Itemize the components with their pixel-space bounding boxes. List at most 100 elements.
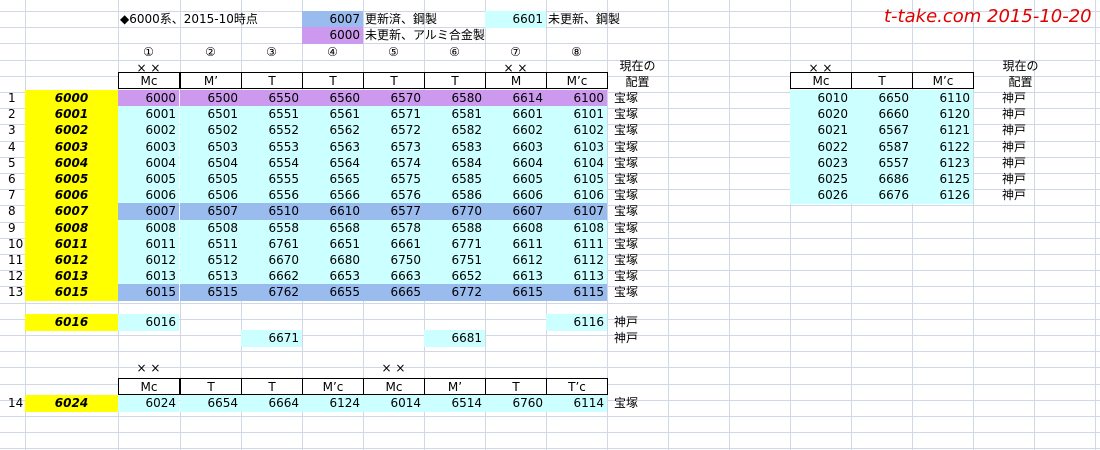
set-number: 6012: [25, 252, 118, 269]
legend-unrenewed-label: 未更新、鋼製: [548, 12, 621, 26]
set-number: 6016: [25, 314, 118, 331]
car-number: 6564: [302, 154, 363, 172]
car-number: 6106: [546, 187, 607, 205]
car-number: 6571: [363, 106, 424, 124]
set-number: 6005: [25, 171, 118, 188]
location: 神戸: [614, 315, 639, 329]
car-number: 6612: [485, 252, 546, 269]
car-number: 6110: [912, 90, 973, 107]
car-number: 6607: [485, 203, 546, 221]
car-number: 6004: [118, 154, 179, 172]
car-number: 6580: [424, 90, 485, 107]
car-number: 6652: [424, 268, 485, 286]
car-number: 6122: [912, 138, 973, 156]
car-number: 6015: [118, 284, 179, 302]
column-header: T’c: [546, 378, 608, 395]
position-number: ①: [143, 45, 154, 59]
car-number: 6581: [424, 106, 485, 124]
car-number: 6501: [180, 106, 241, 124]
set-number: 6002: [25, 122, 118, 140]
car-number: 6653: [302, 268, 363, 286]
car-number: 6604: [485, 154, 546, 172]
position-number: ⑥: [449, 45, 460, 59]
legend-aluminum-swatch: 6000: [302, 27, 363, 44]
location: 宝塚: [614, 236, 639, 251]
set-number: 6015: [25, 284, 118, 302]
car-number: 6120: [912, 106, 973, 124]
location: 宝塚: [614, 91, 639, 105]
car-number: 6013: [118, 268, 179, 286]
column-header: M’c: [912, 72, 974, 89]
location-header-line2: 配置: [625, 75, 650, 89]
car-number: 6113: [546, 268, 607, 286]
car-number: 6686: [851, 171, 912, 188]
row-number: 4: [8, 139, 16, 154]
location: 宝塚: [614, 220, 639, 235]
car-number: 6574: [363, 154, 424, 172]
column-header: M: [485, 72, 547, 89]
location: 神戸: [1002, 188, 1027, 203]
column-header: T: [180, 378, 242, 395]
car-number: 6570: [363, 90, 424, 107]
set-number: 6003: [25, 138, 118, 156]
grid-col-line: [851, 0, 852, 450]
location: 宝塚: [614, 107, 639, 122]
car-number: 6585: [424, 171, 485, 188]
car-number: 6104: [546, 154, 607, 172]
car-number: 6760: [485, 395, 546, 412]
car-number: 6107: [546, 203, 607, 221]
row-number: 10: [8, 236, 24, 251]
coupling-mark: × ×: [381, 361, 406, 375]
set-number: 6011: [25, 235, 118, 253]
row-number: 11: [8, 253, 24, 267]
position-number: ⑤: [388, 45, 399, 59]
car-number: 6116: [546, 314, 607, 331]
car-number: 6608: [485, 219, 546, 237]
column-header: Mc: [363, 378, 425, 395]
set-number: 6004: [25, 154, 118, 172]
car-number: 6550: [241, 90, 302, 107]
car-number: 6567: [851, 122, 912, 140]
car-number: 6680: [302, 252, 363, 269]
car-number: 6562: [302, 122, 363, 140]
car-number: 6025: [790, 171, 851, 188]
grid-col-line: [912, 0, 913, 450]
car-number: 6124: [302, 395, 363, 412]
car-number: 6102: [546, 122, 607, 140]
column-header: T: [302, 72, 364, 89]
location: 宝塚: [614, 253, 639, 267]
car-number: 6577: [363, 203, 424, 221]
car-number: 6770: [424, 203, 485, 221]
car-number: 6661: [363, 235, 424, 253]
car-number: 6650: [851, 90, 912, 107]
location: 神戸: [1002, 139, 1027, 154]
grid-row-line: [0, 448, 1100, 450]
car-number: 6502: [180, 122, 241, 140]
car-number: 6572: [363, 122, 424, 140]
location-header-line1: 現在の: [1002, 59, 1039, 73]
car-number: 6007: [118, 203, 179, 221]
grid-row-line: [0, 351, 1100, 353]
column-header: Mc: [118, 72, 180, 89]
grid-row-line: [0, 302, 1100, 304]
car-number: 6103: [546, 138, 607, 156]
column-header: T: [424, 72, 486, 89]
row-number: 3: [8, 123, 16, 138]
car-number: 6611: [485, 235, 546, 253]
row-number: 9: [8, 220, 16, 235]
car-number: 6552: [241, 122, 302, 140]
car-number: 6555: [241, 171, 302, 188]
column-header: T: [851, 72, 913, 89]
car-number: 6012: [118, 252, 179, 269]
car-number: 6014: [363, 395, 424, 412]
car-number: 6022: [790, 138, 851, 156]
car-number: 6575: [363, 171, 424, 188]
set-number: 6008: [25, 219, 118, 237]
set-number: 6006: [25, 187, 118, 205]
site-stamp: t-take.com 2015-10-20: [884, 6, 1092, 27]
car-number: 6556: [241, 187, 302, 205]
position-number: ②: [205, 45, 216, 59]
car-number: 6583: [424, 138, 485, 156]
car-number: 6751: [424, 252, 485, 269]
car-number: 6023: [790, 154, 851, 172]
